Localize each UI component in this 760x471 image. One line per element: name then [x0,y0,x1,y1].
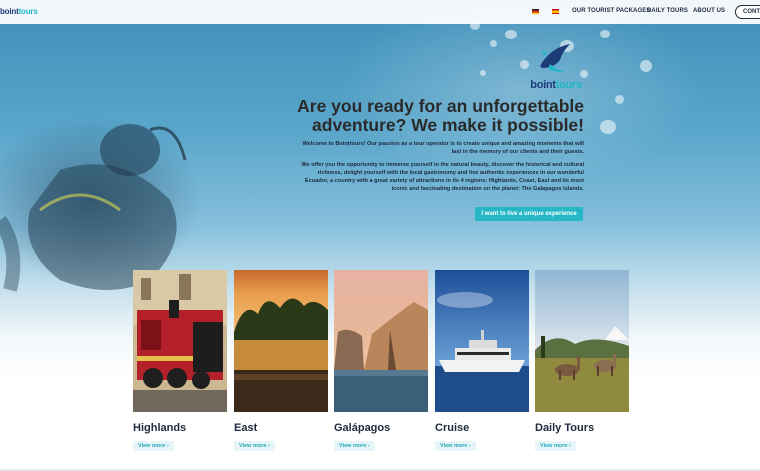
chevron-right-icon: › [367,443,370,449]
east-image[interactable] [234,270,328,412]
card-highlands[interactable]: Highlands View more › [133,270,227,452]
card-title-daily-tours[interactable]: Daily Tours [535,422,629,434]
view-more-highlands[interactable]: View more › [133,441,174,451]
cruise-image[interactable] [435,270,529,412]
nav-tourist-packages[interactable]: OUR TOURIST PACKAGES [572,8,650,14]
brand-name-part2: tours [555,79,582,91]
view-more-label: View more [540,443,568,449]
card-title-cruise[interactable]: Cruise [435,422,529,434]
hero-headline: Are you ready for an unforgettable adven… [297,96,584,135]
card-title-east[interactable]: East [234,422,328,434]
nav-daily-tours[interactable]: DAILY TOURS [647,8,688,14]
spanish-flag-icon[interactable] [552,9,559,14]
header-logo[interactable]: bointtours [0,7,38,16]
header-logo-part2: tours [18,7,38,16]
contact-button[interactable]: CONTA [735,5,760,19]
hero-body: We offer you the opportunity to immerse … [301,162,584,192]
view-more-label: View more [440,443,468,449]
view-more-east[interactable]: View more › [234,441,275,451]
brand-name: bointtours [524,79,588,91]
view-more-galapagos[interactable]: View more › [334,441,375,451]
daily-tours-image[interactable] [535,270,629,412]
cta-button[interactable]: I want to live a unique experience [475,207,583,221]
card-cruise[interactable]: Cruise View more › [435,270,529,452]
top-navigation: bointtours OUR TOURIST PACKAGES DAILY TO… [0,0,760,24]
highlands-image[interactable] [133,270,227,412]
chevron-right-icon: › [267,443,270,449]
view-more-cruise[interactable]: View more › [435,441,476,451]
view-more-daily-tours[interactable]: View more › [535,441,576,451]
chevron-right-icon: › [568,443,571,449]
brand-name-part1: boint [530,79,556,91]
brand-logo: bointtours [524,42,588,91]
view-more-label: View more [138,443,166,449]
german-flag-icon[interactable] [532,9,539,14]
nav-about-us[interactable]: ABOUT US [693,8,725,14]
bird-logo-icon [540,44,570,73]
hero-intro: Welcome to Bointtours! Our passion as a … [302,141,585,155]
chevron-right-icon: › [468,443,471,449]
galapagos-image[interactable] [334,270,428,412]
card-title-highlands[interactable]: Highlands [133,422,227,434]
header-logo-part1: boint [0,7,19,16]
card-daily-tours[interactable]: Daily Tours View more › [535,270,629,452]
chevron-right-icon: › [166,443,169,449]
card-title-galapagos[interactable]: Galápagos [334,422,428,434]
card-east[interactable]: East View more › [234,270,328,452]
view-more-label: View more [239,443,267,449]
view-more-label: View more [339,443,367,449]
card-galapagos[interactable]: Galápagos View more › [334,270,428,452]
